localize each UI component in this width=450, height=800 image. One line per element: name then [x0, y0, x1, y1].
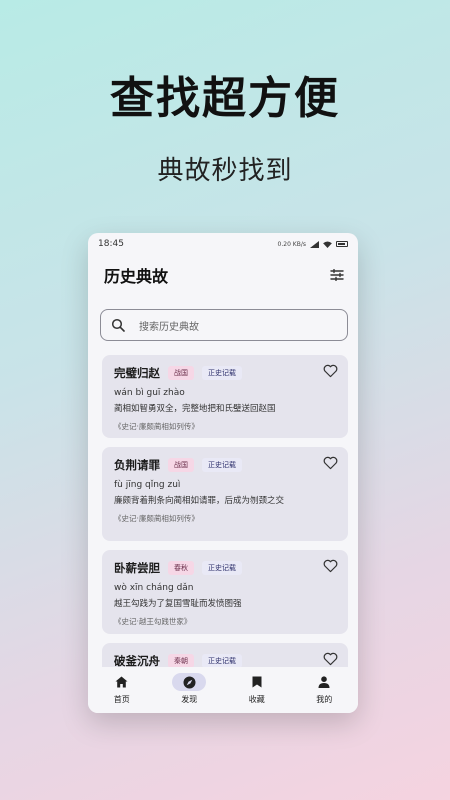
card-title: 负荆请罪 [114, 458, 160, 472]
signal-icon [310, 240, 319, 248]
idiom-list: 完璧归赵 战国 正史记载 wán bì guī zhào 蔺相如智勇双全，完整地… [88, 355, 358, 669]
status-indicators: 0.20 KB/s [277, 240, 348, 248]
search-input[interactable]: 搜索历史典故 [100, 309, 348, 341]
wifi-icon [323, 240, 332, 248]
bottom-nav: 首页 发现 收藏 我的 [88, 667, 358, 713]
app-bar: 历史典故 [88, 255, 358, 295]
list-item[interactable]: 负荆请罪 战国 正史记载 fù jīng qǐng zuì 廉颇背着荆条向蔺相如… [102, 447, 348, 541]
promo-subline: 典故秒找到 [157, 156, 293, 186]
status-bar: 18:45 0.20 KB/s [88, 233, 358, 255]
source-badge: 正史记载 [202, 654, 242, 668]
search-icon [111, 318, 125, 332]
nav-discover-label: 发现 [181, 695, 198, 704]
nav-favorites-label: 收藏 [248, 695, 265, 704]
era-badge: 春秋 [168, 561, 194, 575]
card-source: 《史记·越王勾践世家》 [114, 616, 192, 626]
era-badge: 秦朝 [168, 654, 194, 668]
nav-profile-label: 我的 [316, 695, 333, 704]
era-badge: 战国 [168, 458, 194, 472]
list-item[interactable]: 卧薪尝胆 春秋 正史记载 wò xīn cháng dǎn 越王勾践为了复国雪耻… [102, 550, 348, 634]
filter-icon[interactable] [328, 266, 346, 284]
nav-favorites[interactable]: 收藏 [227, 673, 287, 705]
nav-home[interactable]: 首页 [92, 673, 152, 705]
phone-screen: 18:45 0.20 KB/s 历史典故 搜索历史典故 完璧归赵 战国 正史记载… [88, 233, 358, 713]
card-pinyin: fù jīng qǐng zuì [114, 480, 181, 490]
battery-icon [336, 241, 348, 247]
home-icon [105, 673, 139, 691]
source-badge: 正史记载 [202, 561, 242, 575]
person-icon [307, 673, 341, 691]
card-pinyin: wò xīn cháng dǎn [114, 583, 194, 593]
promo-headline: 查找超方便 [110, 73, 340, 124]
heart-icon[interactable] [323, 456, 338, 470]
card-title: 完璧归赵 [114, 366, 160, 380]
nav-discover[interactable]: 发现 [159, 673, 219, 705]
list-item[interactable]: 完璧归赵 战国 正史记载 wán bì guī zhào 蔺相如智勇双全，完整地… [102, 355, 348, 438]
card-source: 《史记·廉颇蔺相如列传》 [114, 513, 199, 523]
card-meaning: 蔺相如智勇双全，完整地把和氏璧送回赵国 [114, 404, 276, 414]
era-badge: 战国 [168, 366, 194, 380]
card-meaning: 廉颇背着荆条向蔺相如请罪，后成为刎颈之交 [114, 496, 285, 506]
bookmark-icon [240, 673, 274, 691]
card-meaning: 越王勾践为了复国雪耻而发愤图强 [114, 599, 242, 609]
compass-icon [172, 673, 207, 691]
list-item[interactable]: 破釜沉舟 秦朝 正史记载 [102, 643, 348, 669]
search-placeholder: 搜索历史典故 [139, 321, 199, 333]
status-time: 18:45 [98, 239, 124, 249]
source-badge: 正史记载 [202, 366, 242, 380]
nav-profile[interactable]: 我的 [294, 673, 354, 705]
heart-icon[interactable] [323, 364, 338, 378]
card-title: 卧薪尝胆 [114, 561, 160, 575]
page-title: 历史典故 [104, 267, 169, 286]
network-speed: 0.20 KB/s [277, 240, 306, 248]
card-pinyin: wán bì guī zhào [114, 388, 185, 398]
source-badge: 正史记载 [202, 458, 242, 472]
card-source: 《史记·廉颇蔺相如列传》 [114, 421, 199, 431]
heart-icon[interactable] [323, 559, 338, 573]
nav-home-label: 首页 [113, 695, 130, 704]
heart-icon[interactable] [323, 652, 338, 666]
